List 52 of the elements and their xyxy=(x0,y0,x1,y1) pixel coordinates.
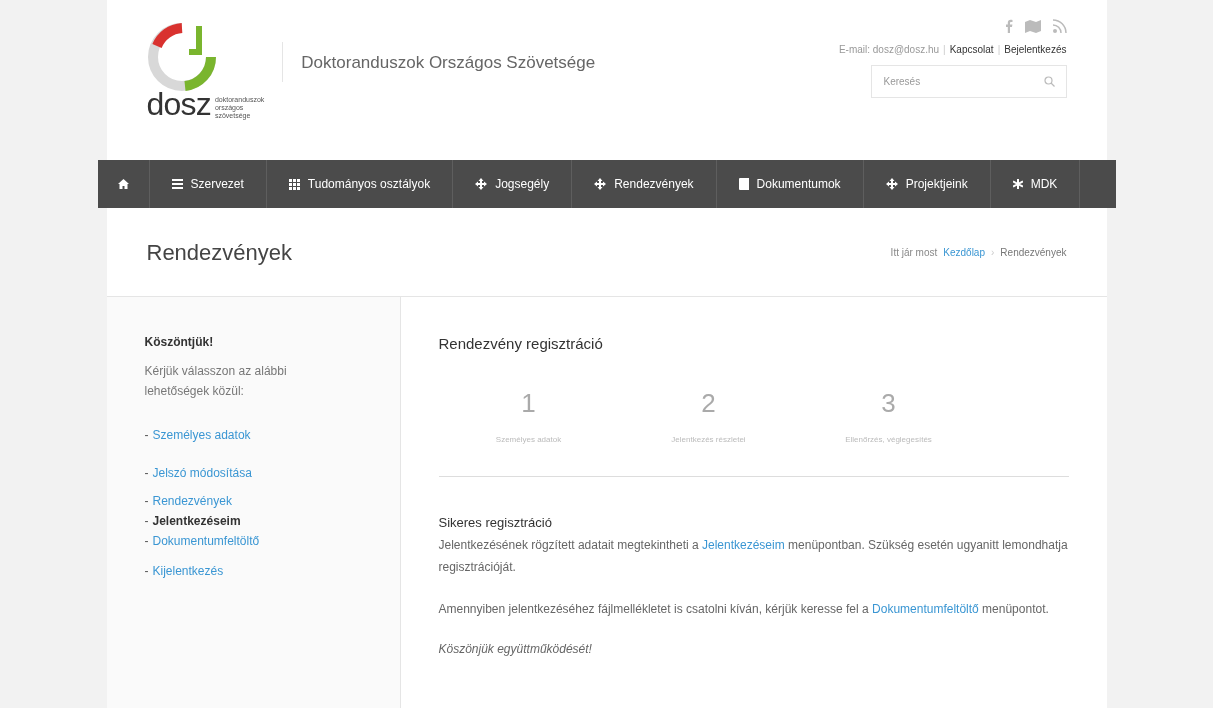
site-title: Doktoranduszok Országos Szövetsége xyxy=(301,52,596,74)
separator-mark: | xyxy=(943,43,946,57)
thanks-text: Köszönjük együttműködését! xyxy=(438,641,593,658)
header-link[interactable]: Bejelentkezés xyxy=(1004,42,1067,57)
nav-item[interactable]: Dokumentumok xyxy=(716,160,864,208)
dash-mark: - xyxy=(144,466,149,480)
paragraph-text: Amennyiben jelentkezéséhez fájlmellékletet is csatolni kíván, kérjük keresse fel a Dokumentumfeltöltő menüpontot. xyxy=(438,601,1050,618)
nav-item[interactable]: Projektjeink xyxy=(863,160,991,208)
logo-wordmark: dosz xyxy=(146,88,211,120)
home-icon xyxy=(117,179,129,189)
header-link[interactable]: Kapcsolat xyxy=(949,42,994,57)
dash-mark: - xyxy=(144,534,149,548)
step-label: Személyes adatok xyxy=(495,433,562,446)
nav-item[interactable]: Jogsegély xyxy=(453,160,573,208)
facebook-icon[interactable] xyxy=(1004,19,1013,33)
nav-item[interactable]: MDK xyxy=(990,160,1081,208)
success-title: Sikeres regisztráció xyxy=(438,513,553,532)
asterisk-icon xyxy=(1012,179,1023,189)
email-text: E-mail: dosz@dosz.hu xyxy=(838,43,940,57)
search-icon[interactable] xyxy=(1043,76,1055,87)
breadcrumb-current: Rendezvények xyxy=(1000,245,1067,260)
breadcrumb-label: Itt jár most xyxy=(890,245,938,260)
sidebar-intro: Kérjük válasszon az alábbi lehetőségek közül: xyxy=(144,363,288,400)
nav-item[interactable]: Szervezet xyxy=(149,160,267,208)
separator-mark: | xyxy=(997,43,1001,57)
four-arrows-icon xyxy=(885,178,898,190)
dash-mark: - xyxy=(144,564,149,578)
four-arrows-icon xyxy=(594,178,607,190)
dash-mark: - xyxy=(144,428,149,442)
page-title: Rendezvények xyxy=(146,238,293,267)
step-number: 2 xyxy=(701,389,716,416)
book-icon xyxy=(738,178,749,190)
map-icon[interactable] xyxy=(1024,19,1041,33)
rss-icon[interactable] xyxy=(1052,19,1067,33)
separator-mark: › xyxy=(991,245,995,260)
nav-item[interactable]: Rendezvények xyxy=(572,160,717,208)
dash-mark: - xyxy=(144,514,149,528)
step-number: 1 xyxy=(521,389,536,416)
dash-mark: - xyxy=(144,494,149,508)
section-title: Rendezvény regisztráció xyxy=(438,334,604,354)
step-label: Jelentkezés részletei xyxy=(671,433,746,446)
paragraph-text: Jelentkezésének rögzített adatait megtekintheti a Jelentkezéseim menüpontban. Szükség esetén ugyanitt lemondhatja regisztrációját. xyxy=(438,537,1069,576)
sidebar-title: Köszöntjük! xyxy=(144,334,215,351)
list-icon xyxy=(171,179,183,189)
sidebar-link[interactable]: Jelentkezéseim xyxy=(152,514,241,528)
grid-icon xyxy=(288,178,300,190)
nav-item[interactable]: Tudományos osztályok xyxy=(266,160,454,208)
ring-logo-icon xyxy=(146,22,217,92)
step-label: Ellenőrzés, véglegesítés xyxy=(845,433,932,446)
four-arrows-icon xyxy=(475,178,488,190)
search-field[interactable]: Keresés xyxy=(870,65,1067,98)
step-number: 3 xyxy=(881,389,896,416)
